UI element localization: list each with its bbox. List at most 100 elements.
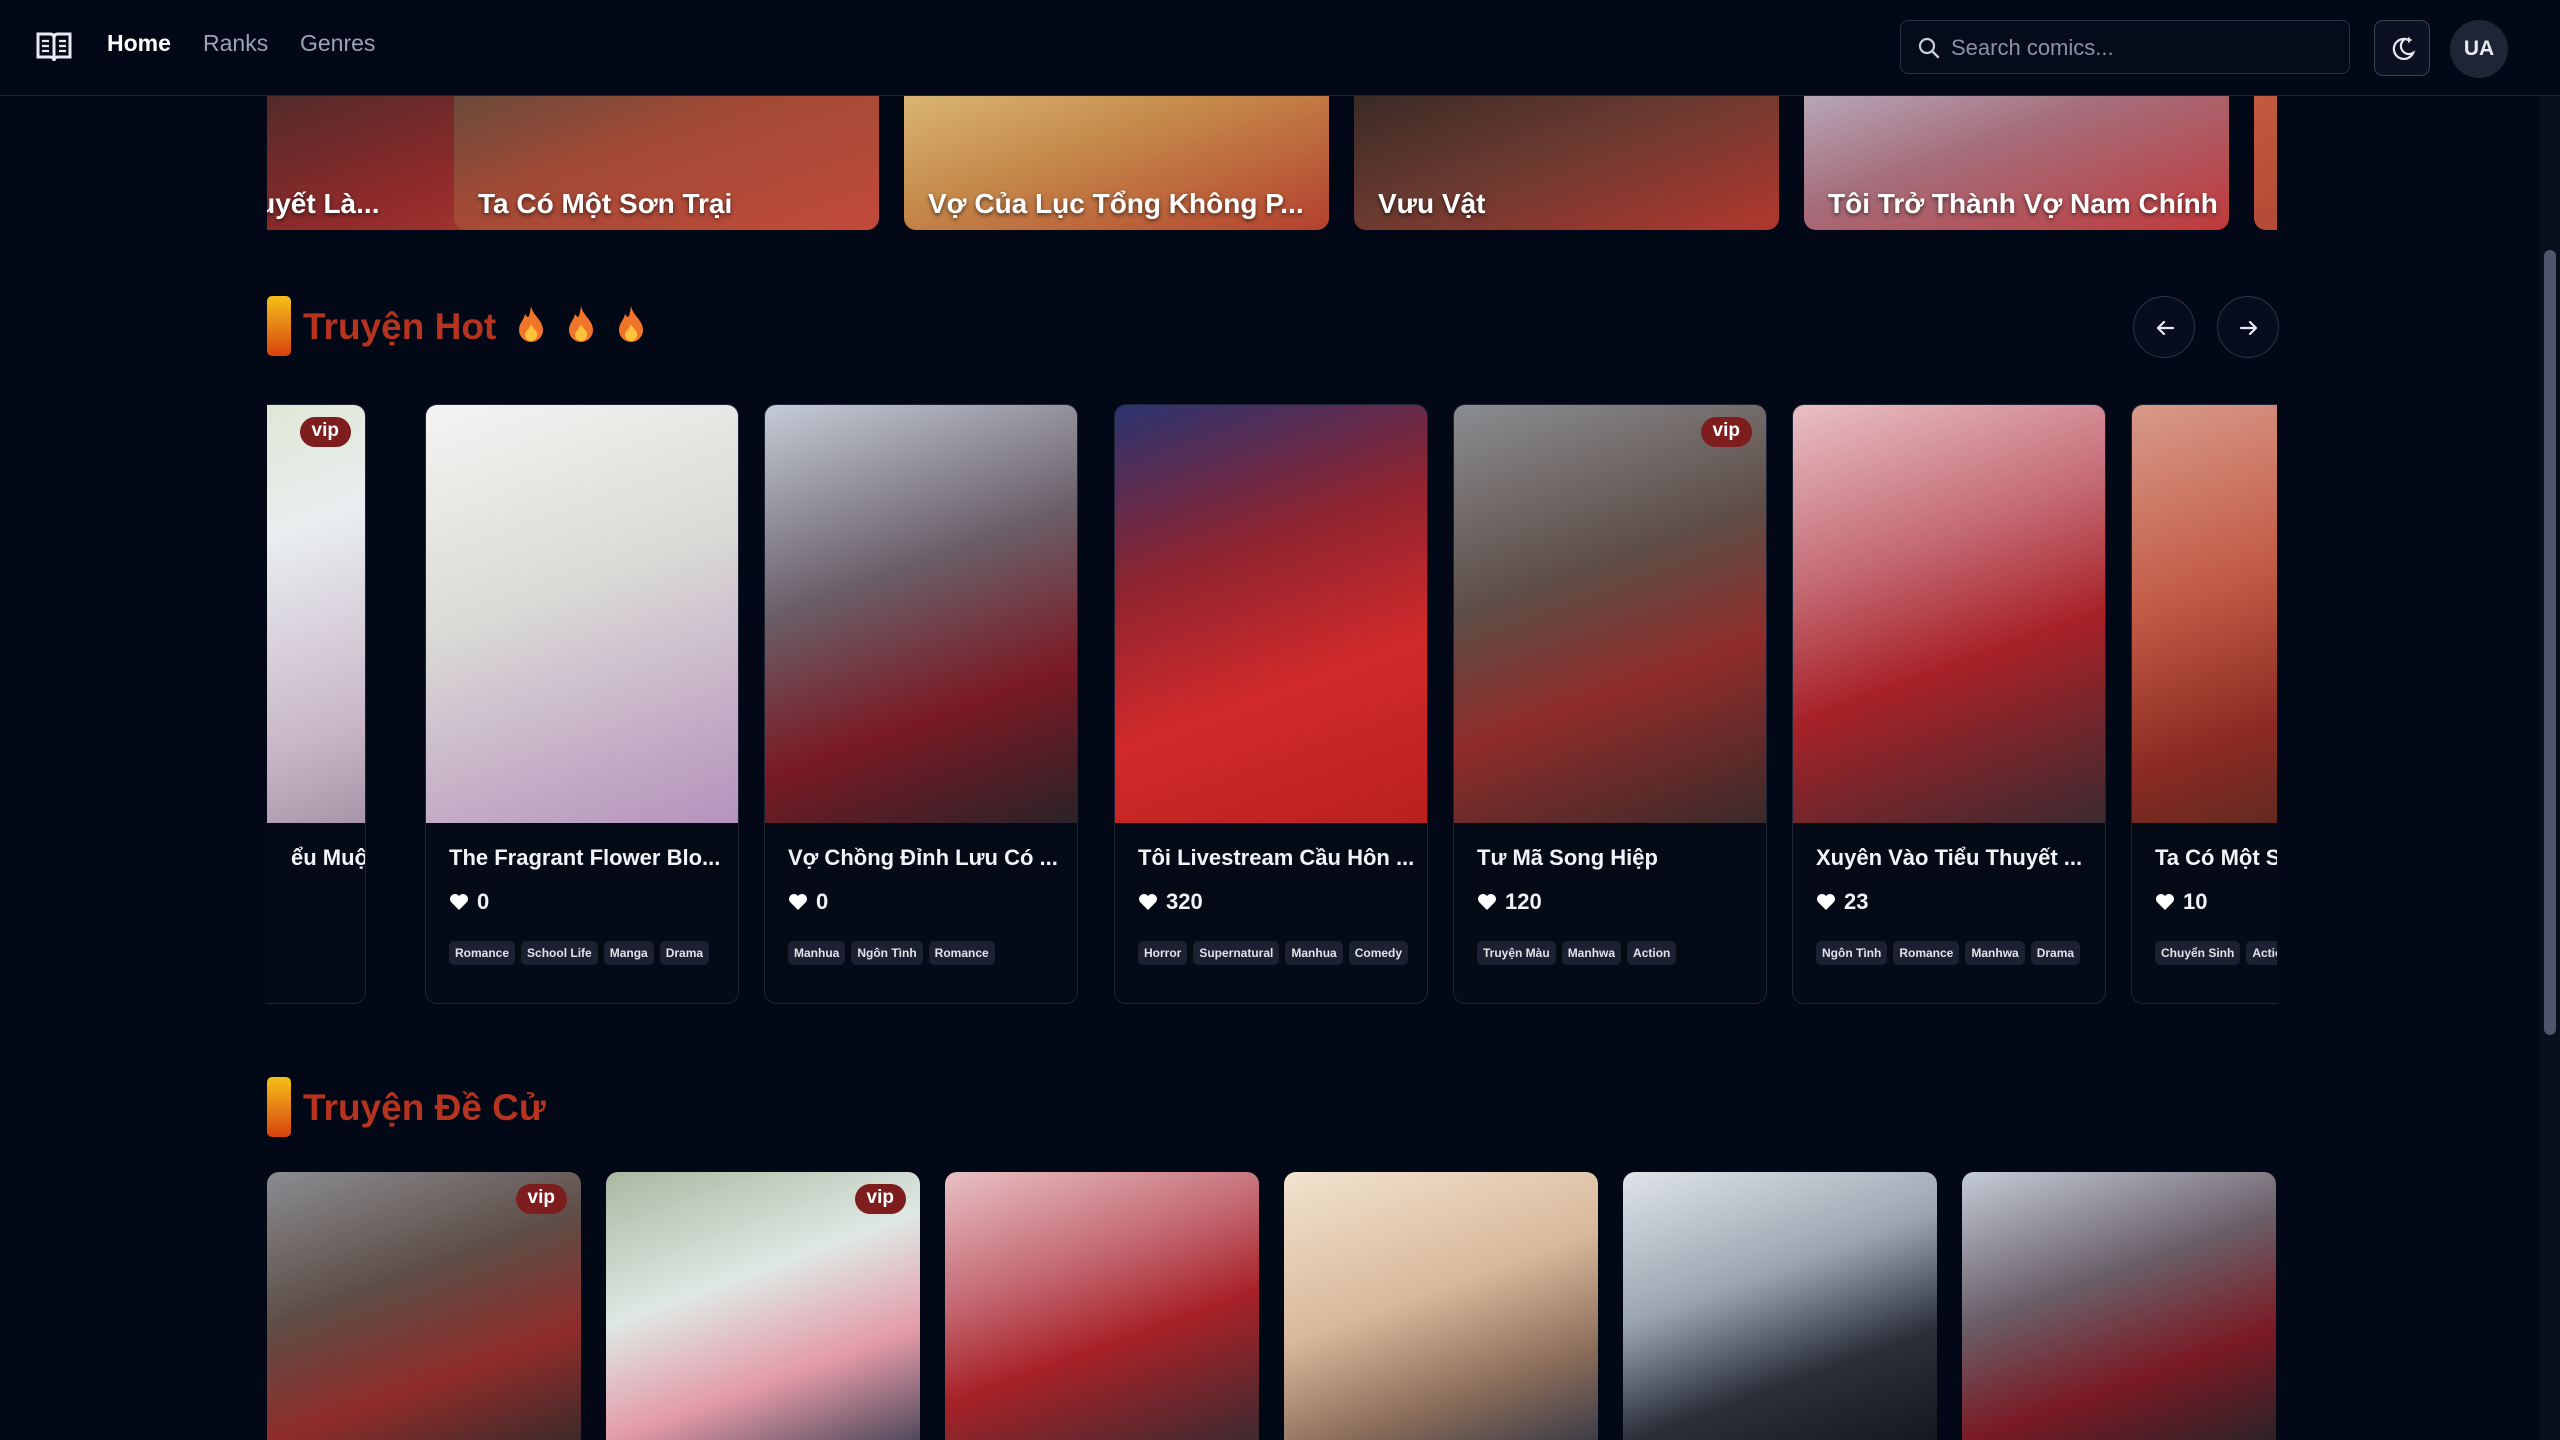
- comic-cover[interactable]: [1454, 405, 1766, 823]
- comic-card[interactable]: vip: [267, 1172, 581, 1440]
- vip-badge: vip: [854, 1184, 906, 1214]
- likes-value: 10: [2183, 889, 2208, 914]
- comic-title[interactable]: Vợ Chồng Đỉnh Lưu Có ...: [788, 845, 1063, 871]
- comic-card[interactable]: [1284, 1172, 1598, 1440]
- genre-tag[interactable]: Manhua: [1285, 941, 1343, 965]
- genre-tag[interactable]: Comedy: [1348, 941, 1409, 965]
- genre-tag[interactable]: Manga: [603, 941, 654, 965]
- comic-title[interactable]: Ta Có Một S: [2155, 845, 2277, 871]
- nav-ranks-link[interactable]: Ranks: [203, 30, 268, 57]
- scrollbar-thumb[interactable]: [2544, 250, 2556, 1035]
- comic-title[interactable]: The Fragrant Flower Blo...: [449, 845, 724, 871]
- comic-title[interactable]: Tôi Livestream Cầu Hôn ...: [1138, 845, 1413, 871]
- hot-section-header: Truyện Hot: [267, 296, 2279, 358]
- banner-card[interactable]: [2254, 95, 2277, 230]
- heart-icon: [1139, 894, 1157, 910]
- likes-value: 320: [1166, 889, 1203, 914]
- genre-tag[interactable]: Romance: [449, 941, 516, 965]
- genre-tag[interactable]: School Life: [521, 941, 598, 965]
- hot-comics-carousel: vip ểu Muội ... The Fragrant Flower Blo.…: [267, 404, 2277, 1004]
- moon-sun-icon: [2392, 37, 2416, 60]
- nav-genres-link[interactable]: Genres: [300, 30, 375, 57]
- flame-icons: [513, 304, 649, 344]
- likes-value: 23: [1844, 889, 1869, 914]
- genre-tag[interactable]: Ngôn Tình: [1816, 941, 1888, 965]
- heart-icon: [2156, 894, 2174, 910]
- comic-card[interactable]: [1962, 1172, 2276, 1440]
- genre-tag[interactable]: Manhwa: [1561, 941, 1622, 965]
- banner-card[interactable]: Ta Có Một Sơn Trại: [454, 95, 879, 230]
- genre-tag[interactable]: Truyện Màu: [1477, 941, 1556, 965]
- comic-title[interactable]: ểu Muội ...: [291, 845, 365, 871]
- hot-section-title: Truyện Hot: [303, 306, 497, 347]
- arrow-right-icon: [2239, 320, 2258, 336]
- carousel-next-button[interactable]: [2217, 296, 2279, 358]
- comic-title[interactable]: Tư Mã Song Hiệp: [1477, 845, 1752, 871]
- comic-cover[interactable]: [267, 405, 365, 823]
- genre-tag[interactable]: Chuyển Sinh: [2155, 941, 2241, 965]
- likes-value: 120: [1505, 889, 1542, 914]
- arrow-left-icon: [2156, 320, 2175, 336]
- genre-tag[interactable]: Action: [1627, 941, 1677, 965]
- nav-home-link[interactable]: Home: [107, 30, 171, 57]
- vip-badge: vip: [1700, 417, 1752, 447]
- search-input[interactable]: [1949, 21, 2333, 75]
- genre-tag[interactable]: Drama: [2030, 941, 2081, 965]
- fire-icon: [519, 306, 543, 342]
- genre-tag[interactable]: Romance: [1893, 941, 1960, 965]
- banner-card[interactable]: Tôi Trở Thành Vợ Nam Chính: [1804, 95, 2229, 230]
- heart-icon: [1817, 894, 1835, 910]
- genre-tags: Ngôn Tình Romance Manhwa Drama: [1816, 941, 2081, 965]
- user-avatar[interactable]: UA: [2450, 20, 2508, 78]
- comic-cover[interactable]: [1115, 405, 1427, 823]
- genre-tag[interactable]: Manhwa: [1965, 941, 2025, 965]
- vip-badge: vip: [515, 1184, 567, 1214]
- genre-tag[interactable]: Manhua: [788, 941, 846, 965]
- likes-count: 0: [788, 889, 828, 915]
- banner-card-title: Vợ Của Lục Tổng Không P...: [928, 188, 1304, 219]
- comic-card[interactable]: The Fragrant Flower Blo... 0 Romance Sch…: [425, 404, 739, 1004]
- comic-cover[interactable]: [2132, 405, 2277, 823]
- genre-tag[interactable]: Actio: [2246, 941, 2277, 965]
- genre-tag[interactable]: Horror: [1138, 941, 1188, 965]
- likes-value: 0: [816, 889, 829, 914]
- likes-count: 120: [1477, 889, 1542, 915]
- fire-icon: [619, 306, 643, 342]
- comic-card[interactable]: [945, 1172, 1259, 1440]
- comic-card[interactable]: [1623, 1172, 1937, 1440]
- genre-tag[interactable]: Supernatural: [1193, 941, 1280, 965]
- recommend-section-header: Truyện Đề Cử: [267, 1077, 1067, 1137]
- theme-toggle-button[interactable]: [2374, 20, 2430, 76]
- likes-count: 0: [449, 889, 489, 915]
- comic-card[interactable]: vip Tư Mã Song Hiệp 120 Truyện Màu Manhw…: [1453, 404, 1767, 1004]
- page-scrollbar[interactable]: [2540, 95, 2560, 1440]
- comic-card[interactable]: Tôi Livestream Cầu Hôn ... 320 Horror Su…: [1114, 404, 1428, 1004]
- genre-tags: Romance School Life Manga Drama: [449, 941, 710, 965]
- heart-icon: [789, 894, 807, 910]
- genre-tag[interactable]: Romance: [928, 941, 995, 965]
- comic-cover[interactable]: [765, 405, 1077, 823]
- comic-card[interactable]: vip: [606, 1172, 920, 1440]
- banner-card-title: Vưu Vật: [1378, 188, 1486, 219]
- open-book-icon[interactable]: [36, 30, 72, 64]
- comic-title[interactable]: Xuyên Vào Tiểu Thuyết ...: [1816, 845, 2091, 871]
- banner-card-title: huyết Là...: [267, 188, 380, 219]
- genre-tags: Horror Supernatural Manhua Comedy: [1138, 941, 1409, 965]
- likes-count: 23: [1816, 889, 1868, 915]
- genre-tag[interactable]: Drama: [659, 941, 710, 965]
- comic-cover[interactable]: [426, 405, 738, 823]
- carousel-prev-button[interactable]: [2133, 296, 2195, 358]
- comic-cover[interactable]: [1793, 405, 2105, 823]
- comic-card[interactable]: Ta Có Một S 10 Chuyển Sinh Actio: [2131, 404, 2277, 1004]
- genre-tags: Manhua Ngôn Tình Romance: [788, 941, 995, 965]
- comic-card[interactable]: vip ểu Muội ...: [267, 404, 366, 1004]
- banner-card[interactable]: Vưu Vật: [1354, 95, 1779, 230]
- genre-tag[interactable]: Ngôn Tình: [851, 941, 923, 965]
- comic-card[interactable]: Vợ Chồng Đỉnh Lưu Có ... 0 Manhua Ngôn T…: [764, 404, 1078, 1004]
- comic-card[interactable]: Xuyên Vào Tiểu Thuyết ... 23 Ngôn Tình R…: [1792, 404, 2106, 1004]
- banner-card-title: Ta Có Một Sơn Trại: [478, 188, 733, 219]
- banner-card-title: Tôi Trở Thành Vợ Nam Chính: [1828, 188, 2218, 219]
- banner-card[interactable]: Vợ Của Lục Tổng Không P...: [904, 95, 1329, 230]
- search-box[interactable]: [1900, 20, 2350, 75]
- genre-tags: Chuyển Sinh Actio: [2155, 941, 2277, 965]
